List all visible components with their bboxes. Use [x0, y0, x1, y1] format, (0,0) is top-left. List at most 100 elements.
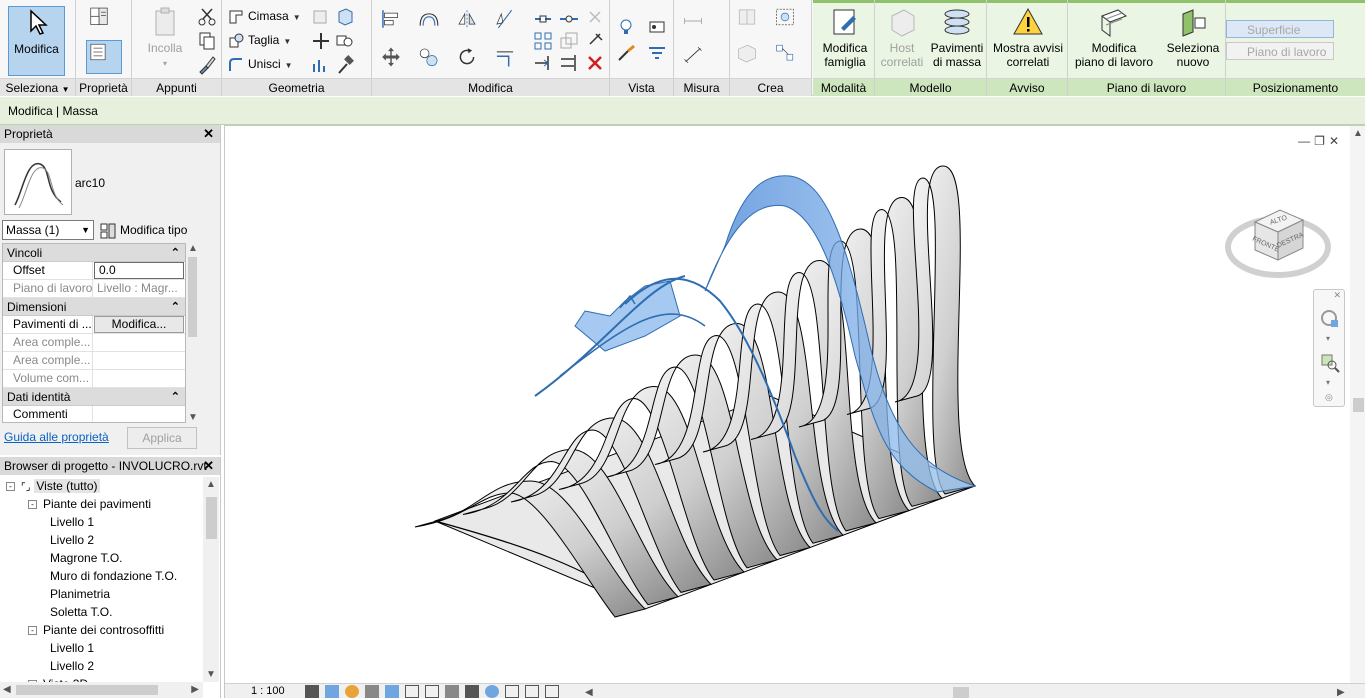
paint-button[interactable] — [334, 6, 356, 28]
reveal-hidden-icon[interactable] — [485, 685, 499, 698]
highlight-displacement-icon[interactable] — [545, 685, 559, 698]
viewcube[interactable]: ALTO FRONTE DESTRA — [1225, 192, 1331, 282]
properties-toggle-button[interactable] — [86, 40, 122, 74]
extend-single-button[interactable] — [532, 52, 554, 74]
scroll-up-icon[interactable]: ▲ — [188, 243, 198, 254]
zoom-region-icon[interactable] — [1319, 352, 1341, 374]
extend-multiple-button[interactable] — [558, 52, 580, 74]
align-button[interactable] — [380, 8, 410, 38]
tree-item[interactable]: - ⌜⌟ Viste (tutto) — [0, 477, 203, 495]
offset-button[interactable] — [418, 8, 448, 38]
steering-wheel-icon[interactable] — [1319, 308, 1341, 330]
tree-item[interactable]: Livello 1 — [0, 513, 203, 531]
viewport-vertical-scrollbar[interactable]: ▲ — [1350, 126, 1365, 683]
pin-button[interactable] — [584, 30, 606, 52]
host-correlati-button[interactable]: Host correlati — [877, 6, 927, 69]
scroll-right-icon[interactable]: ▶ — [1337, 685, 1345, 698]
copy-button[interactable] — [196, 30, 218, 52]
detail-level-icon[interactable] — [305, 685, 319, 698]
taglia-button[interactable]: Taglia ▼ — [228, 30, 291, 50]
temporary-view-properties-icon[interactable] — [505, 685, 519, 698]
wall-joins-button[interactable] — [310, 30, 332, 52]
navbar-settings-icon[interactable]: ◎ — [1325, 392, 1333, 403]
property-edit-button[interactable]: Modifica... — [94, 316, 184, 333]
hammer-button[interactable] — [334, 54, 356, 76]
mirror-draw-button[interactable] — [494, 8, 524, 38]
move-button[interactable] — [380, 46, 410, 76]
chevron-down-icon[interactable]: ▾ — [1326, 378, 1330, 387]
create-group-button[interactable] — [774, 6, 808, 40]
scroll-down-icon[interactable]: ▼ — [206, 669, 216, 680]
panel-label-seleziona[interactable]: Seleziona ▼ — [0, 78, 75, 96]
close-icon[interactable]: ✕ — [203, 125, 214, 143]
delete-button[interactable] — [584, 52, 606, 74]
tree-item[interactable]: Muro di fondazione T.O. — [0, 567, 203, 585]
modifica-piano-di-lavoro-button[interactable]: Modifica piano di lavoro — [1070, 6, 1158, 69]
scale-button[interactable] — [558, 30, 580, 52]
analytical-model-icon[interactable] — [525, 685, 539, 698]
scroll-up-icon[interactable]: ▲ — [1353, 128, 1363, 139]
collapse-toggle-icon[interactable]: - — [28, 500, 37, 510]
shadows-icon[interactable] — [365, 685, 379, 698]
collapse-toggle-icon[interactable]: - — [28, 626, 37, 636]
properties-help-link[interactable]: Guida alle proprietà — [4, 430, 109, 444]
tree-item[interactable]: Livello 1 — [0, 639, 203, 657]
linework-button[interactable] — [616, 42, 638, 64]
property-group-header[interactable]: Dati identità ⌃ — [3, 388, 185, 406]
placement-piano-di-lavoro-option[interactable]: Piano di lavoro — [1226, 42, 1334, 60]
collapse-chevron-icon[interactable]: ⌃ — [171, 388, 180, 406]
lock-view-icon[interactable] — [445, 685, 459, 698]
tree-item[interactable]: Magrone T.O. — [0, 549, 203, 567]
copy-element-button[interactable] — [418, 46, 448, 76]
array-button[interactable] — [532, 30, 554, 52]
scroll-thumb[interactable] — [1353, 398, 1364, 412]
tree-item[interactable]: -Viste 3D — [0, 675, 203, 682]
cimasa-button[interactable]: Cimasa ▼ — [228, 6, 301, 26]
edit-type-button[interactable]: Modifica tipo — [100, 220, 187, 240]
pavimenti-di-massa-button[interactable]: Pavimenti di massa — [927, 6, 987, 69]
show-crop-icon[interactable] — [425, 685, 439, 698]
close-icon[interactable]: ✕ — [203, 457, 214, 475]
scroll-thumb[interactable] — [206, 497, 217, 539]
scroll-down-icon[interactable]: ▼ — [188, 412, 198, 423]
sun-path-icon[interactable] — [345, 685, 359, 698]
split-face-button[interactable] — [310, 6, 332, 28]
render-icon[interactable] — [385, 685, 399, 698]
create-parts-button[interactable] — [736, 6, 770, 40]
collapse-chevron-icon[interactable]: ⌃ — [171, 298, 180, 316]
split-gap-button[interactable] — [558, 8, 580, 30]
property-value[interactable] — [93, 406, 185, 422]
browser-vertical-scrollbar[interactable]: ▲ ▼ — [203, 477, 219, 682]
scroll-right-icon[interactable]: ▶ — [191, 684, 199, 695]
filter-view-button[interactable] — [646, 42, 668, 64]
tree-item[interactable]: - Piante dei controsoffitti — [0, 621, 203, 639]
scroll-left-icon[interactable]: ◀ — [585, 685, 593, 698]
crop-view-icon[interactable] — [405, 685, 419, 698]
collapse-chevron-icon[interactable]: ⌃ — [171, 244, 180, 262]
rotate-button[interactable] — [456, 46, 486, 76]
demolish-button[interactable] — [310, 54, 332, 76]
collapse-toggle-icon[interactable]: - — [6, 482, 15, 492]
unpin-button[interactable] — [584, 8, 606, 30]
mass-model-render[interactable] — [225, 126, 1345, 676]
seleziona-nuovo-button[interactable]: Seleziona nuovo — [1162, 6, 1224, 69]
scroll-up-icon[interactable]: ▲ — [206, 479, 216, 490]
split-button[interactable] — [532, 8, 554, 30]
tree-item[interactable]: Soletta T.O. — [0, 603, 203, 621]
measure-button[interactable] — [682, 10, 718, 36]
modifica-tool-button[interactable]: Modifica — [8, 6, 65, 76]
visual-style-icon[interactable] — [325, 685, 339, 698]
modifica-famiglia-button[interactable]: Modifica famiglia — [817, 6, 873, 69]
type-properties-button[interactable] — [88, 6, 120, 36]
create-assembly-button[interactable] — [736, 42, 770, 74]
cut-button[interactable] — [196, 6, 218, 28]
close-icon[interactable]: ✕ — [1333, 290, 1341, 301]
tree-item[interactable]: Livello 2 — [0, 531, 203, 549]
create-similar-button[interactable] — [774, 42, 808, 74]
tree-item[interactable]: Planimetria — [0, 585, 203, 603]
property-value[interactable]: 0.0 — [94, 262, 184, 279]
scroll-thumb[interactable] — [16, 685, 158, 695]
override-graphics-button[interactable] — [646, 16, 668, 38]
drawing-area-3d-view[interactable]: —❐✕ ALTO FRONTE DESTRA ✕ ▾ ▾ ◎ ▲ 1: 100… — [224, 125, 1365, 698]
tree-item[interactable]: - Piante dei pavimenti — [0, 495, 203, 513]
